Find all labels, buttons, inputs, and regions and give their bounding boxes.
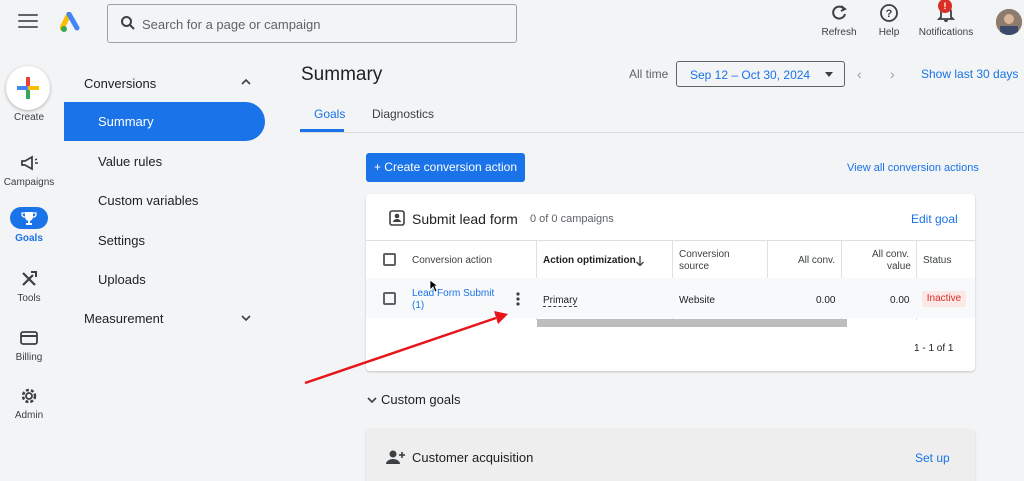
sidebar-item-summary[interactable]: Summary	[64, 102, 265, 141]
create-label: Create	[13, 112, 44, 123]
refresh-icon	[832, 5, 847, 20]
horizontal-scrollbar[interactable]	[537, 319, 847, 327]
hamburger-menu-icon[interactable]	[18, 14, 38, 30]
show-last-30-days-link[interactable]: Show last 30 days	[921, 67, 1018, 81]
credit-card-icon	[20, 331, 38, 345]
measurement-header[interactable]: Measurement	[84, 311, 163, 326]
sidebar-item-value-rules[interactable]: Value rules	[98, 154, 162, 169]
tools-icon	[22, 271, 37, 286]
col-header-status[interactable]: Status	[923, 255, 951, 267]
col-header-action-optimization[interactable]: Action optimization	[543, 255, 636, 267]
col-header-all-conv-value-line2[interactable]: value	[887, 261, 911, 273]
sort-arrow-down-icon[interactable]	[635, 255, 645, 267]
chevron-up-icon[interactable]	[240, 77, 252, 87]
custom-goals-header[interactable]: Custom goals	[381, 392, 460, 407]
view-all-conversion-actions-link[interactable]: View all conversion actions	[847, 162, 979, 174]
action-optimization-value[interactable]: Primary	[543, 295, 578, 307]
plus-icon	[17, 77, 39, 99]
chevron-down-icon[interactable]	[240, 313, 252, 323]
create-conversion-action-button[interactable]: + Create conversion action	[366, 153, 525, 182]
sidebar-item-settings[interactable]: Settings	[98, 233, 145, 248]
select-all-checkbox[interactable]	[383, 253, 396, 266]
set-up-link[interactable]: Set up	[915, 451, 950, 465]
col-header-conversion-source-line1[interactable]: Conversion	[679, 249, 730, 261]
date-range-select[interactable]: Sep 12 – Oct 30, 2024	[676, 61, 845, 87]
sidebar-item-label: Summary	[98, 114, 154, 129]
all-time-label: All time	[629, 67, 669, 81]
rail-campaigns[interactable]: Campaigns	[0, 152, 58, 188]
all-conv-value: 0.00	[816, 295, 836, 306]
pagination-text: 1 - 1 of 1	[914, 343, 954, 354]
customer-acquisition-title: Customer acquisition	[412, 450, 534, 465]
dropdown-caret-icon	[825, 72, 833, 77]
trophy-icon	[21, 212, 37, 225]
add-person-icon	[386, 450, 405, 464]
conversions-header[interactable]: Conversions	[84, 76, 156, 91]
search-icon	[121, 16, 135, 30]
conversion-source-value: Website	[679, 295, 715, 306]
help-button[interactable]: ? Help	[874, 3, 904, 38]
tabs-divider	[300, 132, 1024, 133]
row-checkbox[interactable]	[383, 292, 396, 305]
tab-goals[interactable]: Goals	[314, 107, 345, 121]
goal-card-submit-lead-form: Submit lead form 0 of 0 campaigns Edit g…	[366, 194, 975, 371]
previous-period-icon[interactable]: ‹	[857, 66, 862, 82]
divider	[366, 240, 975, 241]
search-input[interactable]	[142, 11, 502, 37]
column-divider	[767, 240, 768, 278]
next-period-icon[interactable]: ›	[890, 66, 895, 82]
avatar[interactable]	[996, 9, 1022, 35]
notifications-button[interactable]: ! Notifications	[914, 0, 978, 38]
customer-acquisition-card: Customer acquisition Set up	[366, 429, 975, 481]
goals-label: Goals	[15, 233, 43, 244]
col-header-conversion-source-line2[interactable]: source	[679, 261, 709, 273]
rail-admin[interactable]: Admin	[0, 385, 58, 421]
billing-label: Billing	[15, 352, 43, 363]
svg-text:?: ?	[886, 8, 893, 20]
all-conv-value-value: 0.00	[890, 295, 910, 306]
refresh-button[interactable]: Refresh	[817, 3, 861, 38]
admin-label: Admin	[14, 410, 44, 421]
chevron-down-icon[interactable]	[366, 395, 378, 405]
help-icon: ?	[880, 4, 898, 22]
conversion-action-link-line2[interactable]: (1)	[412, 300, 424, 311]
refresh-label: Refresh	[821, 27, 857, 38]
help-label: Help	[878, 27, 900, 38]
google-ads-logo[interactable]	[60, 12, 84, 34]
rail-tools[interactable]: Tools	[0, 268, 58, 304]
col-header-conversion-action[interactable]: Conversion action	[412, 255, 492, 267]
rail-billing[interactable]: Billing	[0, 327, 58, 363]
col-header-all-conv-value-line1[interactable]: All conv.	[872, 249, 909, 261]
status-badge: Inactive	[922, 291, 966, 307]
avatar-image	[996, 9, 1022, 35]
megaphone-icon	[21, 155, 38, 171]
sidebar-item-uploads[interactable]: Uploads	[98, 272, 146, 287]
notifications-label: Notifications	[918, 27, 974, 38]
date-range-value: Sep 12 – Oct 30, 2024	[690, 68, 811, 82]
goals-pill	[10, 207, 48, 229]
left-rail: Create Campaigns Goals Tools Billing Adm…	[0, 47, 60, 481]
gear-icon	[21, 388, 37, 404]
rail-create[interactable]: Create	[0, 112, 58, 123]
sidebar-item-custom-variables[interactable]: Custom variables	[98, 193, 198, 208]
create-button[interactable]	[6, 66, 50, 110]
edit-goal-link[interactable]: Edit goal	[911, 212, 958, 226]
campaigns-label: Campaigns	[3, 177, 55, 188]
goal-campaign-count: 0 of 0 campaigns	[530, 213, 614, 225]
col-header-all-conv[interactable]: All conv.	[798, 255, 835, 267]
page-title: Summary	[301, 64, 383, 85]
conversion-action-link-line1[interactable]: Lead Form Submit	[412, 288, 494, 299]
top-bar: Refresh ? Help ! Notifications	[0, 0, 1024, 47]
search-box[interactable]	[107, 4, 517, 43]
tools-label: Tools	[17, 293, 41, 304]
lead-form-icon	[389, 210, 405, 226]
rail-goals[interactable]: Goals	[0, 207, 58, 244]
tab-diagnostics[interactable]: Diagnostics	[372, 107, 434, 121]
mouse-cursor-icon	[429, 279, 439, 293]
more-options-icon[interactable]	[515, 291, 521, 307]
goal-title: Submit lead form	[412, 211, 518, 227]
